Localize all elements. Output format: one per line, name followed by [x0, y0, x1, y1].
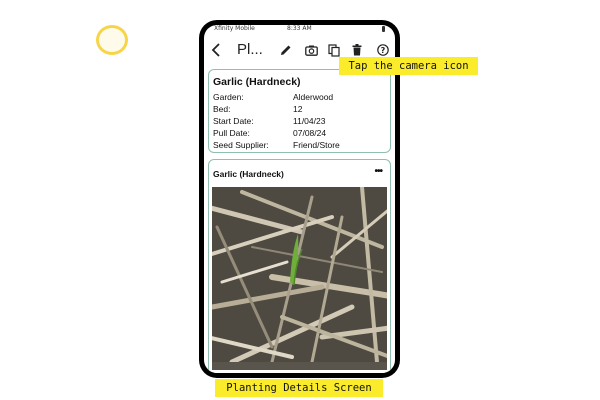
edit-button[interactable]: [278, 41, 294, 59]
detail-label: Bed:: [213, 104, 231, 114]
detail-label: Garden:: [213, 92, 244, 102]
detail-value: 12: [293, 104, 303, 114]
detail-label: Seed Supplier:: [213, 140, 269, 150]
instruction-callout: Tap the camera icon: [339, 57, 478, 75]
back-icon: [211, 43, 220, 57]
svg-text:?: ?: [381, 46, 386, 55]
status-bar: Xfinity Mobile 8:33 AM: [204, 25, 395, 35]
trash-icon: [352, 44, 362, 56]
camera-highlight-ring: [96, 25, 128, 55]
planting-details-card: Garlic (Hardneck) Garden: Alderwood Bed:…: [208, 69, 391, 153]
photo-card: Garlic (Hardneck) •••: [208, 159, 391, 373]
detail-value: 07/08/24: [293, 128, 327, 138]
detail-value: Alderwood: [293, 92, 334, 102]
detail-label: Start Date:: [213, 116, 254, 126]
app-screen: Xfinity Mobile 8:33 AM Pl... ? Garlic (H…: [204, 25, 395, 373]
battery-icon: [382, 26, 385, 32]
clock: 8:33 AM: [287, 25, 312, 32]
more-options-icon[interactable]: •••: [374, 166, 382, 177]
camera-icon: [304, 45, 318, 56]
straw-mulch-image: [212, 187, 387, 365]
back-button[interactable]: [208, 41, 224, 59]
detail-value: 11/04/23: [293, 116, 326, 126]
photo-card-title: Garlic (Hardneck): [213, 169, 284, 179]
camera-button[interactable]: [302, 41, 320, 59]
detail-value: Friend/Store: [293, 140, 340, 150]
help-icon: ?: [377, 44, 389, 56]
plant-name: Garlic (Hardneck): [213, 76, 301, 88]
carrier-label: Xfinity Mobile: [214, 25, 255, 32]
screen-caption: Planting Details Screen: [215, 379, 383, 397]
plant-photo[interactable]: [212, 187, 387, 370]
detail-label: Pull Date:: [213, 128, 250, 138]
copy-icon: [328, 43, 340, 57]
page-title: Pl...: [237, 41, 263, 58]
pencil-icon: [281, 45, 291, 55]
